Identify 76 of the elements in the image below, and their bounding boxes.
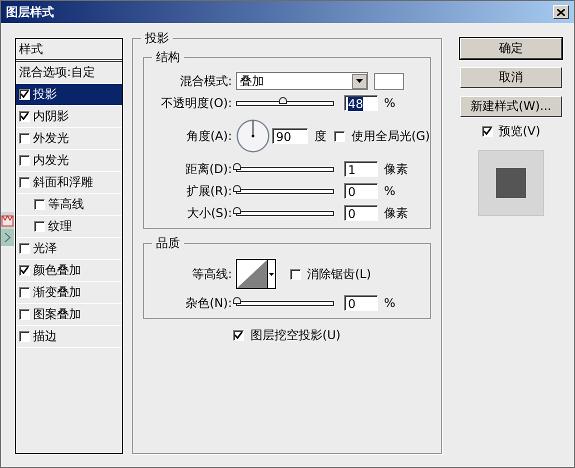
- window-title: 图层样式: [6, 4, 54, 20]
- dialog-button[interactable]: 确定: [460, 38, 562, 59]
- slider-thumb[interactable]: [233, 296, 241, 304]
- style-item[interactable]: 渐变叠加: [16, 282, 122, 304]
- checkbox[interactable]: [233, 330, 244, 341]
- style-item[interactable]: 外发光: [16, 128, 122, 150]
- slider-thumb[interactable]: [233, 184, 241, 192]
- unit-label: %: [384, 96, 396, 110]
- checkbox-label: 消除锯齿(L): [307, 266, 372, 282]
- checkbox[interactable]: [19, 177, 30, 188]
- checkbox[interactable]: [19, 287, 30, 298]
- style-item[interactable]: 投影: [16, 84, 122, 106]
- unit-label: %: [384, 184, 396, 198]
- pin-icon[interactable]: [1, 212, 14, 229]
- field-label: 角度(A):: [185, 128, 233, 144]
- checkbox[interactable]: [19, 265, 30, 276]
- input-field[interactable]: 0: [344, 183, 378, 199]
- caret-icon: [269, 272, 274, 276]
- group-title: 投影: [141, 30, 173, 47]
- checkbox-label: 预览(V): [498, 123, 540, 140]
- caret-icon: [356, 79, 363, 83]
- field-label: 不透明度(O):: [160, 94, 233, 112]
- list-header: 样式: [16, 39, 122, 62]
- checkbox[interactable]: [290, 268, 301, 280]
- close-button[interactable]: [553, 5, 569, 19]
- close-icon: [557, 8, 565, 16]
- color-swatch[interactable]: [374, 72, 404, 90]
- style-item[interactable]: 描边: [16, 326, 122, 348]
- checkbox-label: 图层挖空投影(U): [250, 327, 341, 344]
- group-title: 品质: [152, 235, 184, 252]
- unit-label: 像素: [384, 160, 408, 178]
- dialog-button[interactable]: 取消: [460, 67, 562, 88]
- checkbox-label: 使用全局光(G): [351, 128, 430, 144]
- style-item[interactable]: 内发光: [16, 150, 122, 172]
- style-item[interactable]: 斜面和浮雕: [16, 172, 122, 194]
- unit-label: 像素: [384, 204, 408, 222]
- input-field[interactable]: 48: [344, 95, 378, 111]
- checkbox[interactable]: [19, 111, 30, 122]
- slider-thumb[interactable]: [233, 206, 241, 214]
- input-field[interactable]: 0: [344, 205, 378, 221]
- angle-dial[interactable]: [236, 117, 270, 155]
- field-label: 杂色(N):: [184, 294, 233, 312]
- checkbox[interactable]: [19, 133, 30, 144]
- slider-thumb[interactable]: [233, 162, 241, 170]
- style-item[interactable]: 内阴影: [16, 106, 122, 128]
- unit-label: 度: [314, 128, 326, 144]
- checkbox[interactable]: [334, 130, 346, 142]
- contour-picker[interactable]: [236, 259, 276, 289]
- field-label: 大小(S):: [186, 204, 233, 222]
- group-title: 结构: [152, 49, 184, 66]
- field-label: 混合模式:: [178, 72, 233, 90]
- checkbox[interactable]: [34, 199, 45, 210]
- checkbox[interactable]: [19, 243, 30, 254]
- style-item[interactable]: 颜色叠加: [16, 260, 122, 282]
- style-item[interactable]: 等高线: [16, 194, 122, 216]
- checkbox[interactable]: [19, 331, 30, 342]
- field-label: 等高线:: [190, 266, 233, 282]
- preview-square: [496, 168, 526, 198]
- style-item[interactable]: 光泽: [16, 238, 122, 260]
- field-label: 距离(D):: [184, 160, 233, 178]
- style-item[interactable]: 纹理: [16, 216, 122, 238]
- checkbox[interactable]: [34, 221, 45, 232]
- input-field[interactable]: 0: [344, 295, 378, 311]
- blend-mode-dropdown[interactable]: 叠加: [236, 72, 368, 90]
- checkbox[interactable]: [19, 89, 30, 100]
- expand-icon[interactable]: [1, 229, 14, 246]
- input-field[interactable]: 1: [344, 161, 378, 177]
- style-item[interactable]: 图案叠加: [16, 304, 122, 326]
- checkbox[interactable]: [482, 126, 493, 137]
- checkbox[interactable]: [19, 155, 30, 166]
- input-field[interactable]: 90: [272, 128, 308, 144]
- field-label: 扩展(R):: [185, 182, 233, 200]
- checkbox[interactable]: [19, 309, 30, 320]
- unit-label: %: [384, 296, 396, 310]
- slider-thumb[interactable]: [279, 96, 288, 104]
- dialog-button[interactable]: 新建样式(W)...: [460, 96, 562, 117]
